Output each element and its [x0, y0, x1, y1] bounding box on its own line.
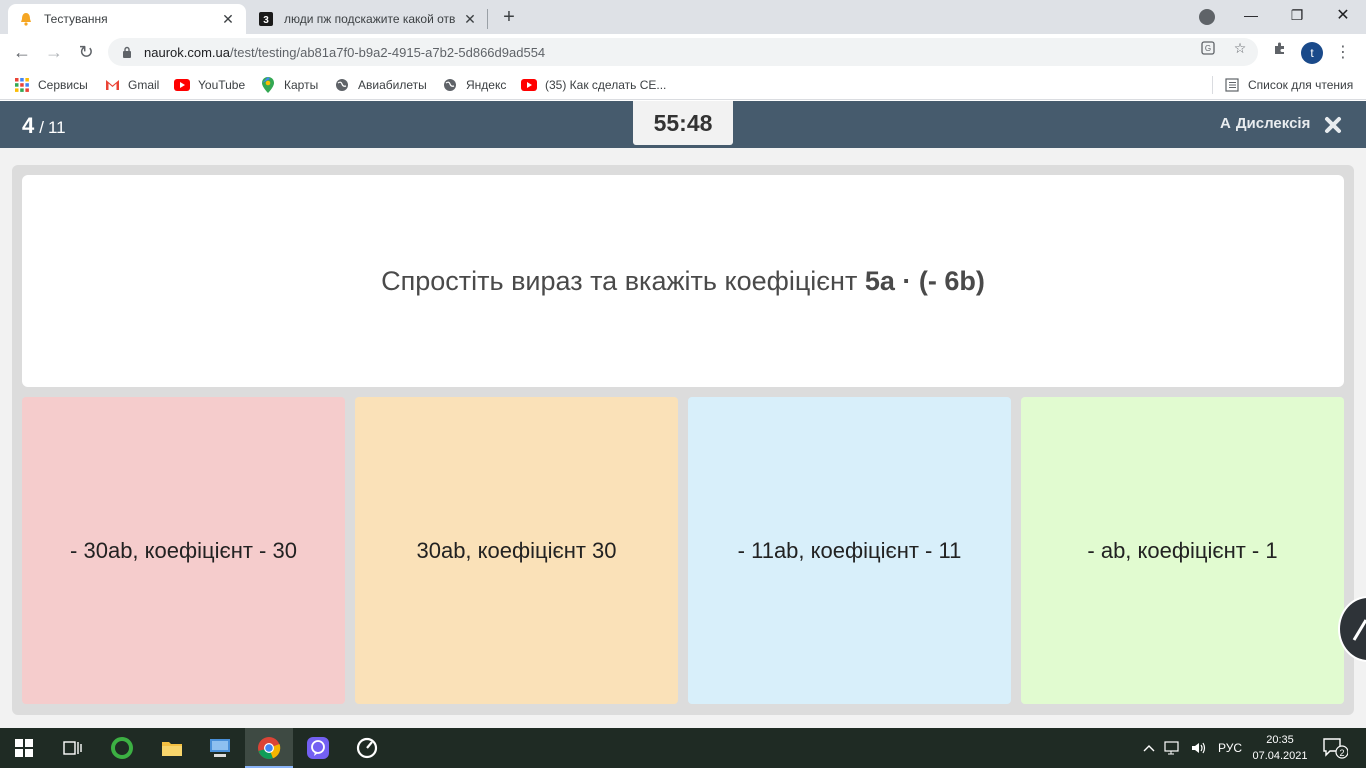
- globe-icon: [334, 77, 350, 93]
- reading-list-icon: [1224, 77, 1240, 93]
- url-text: naurok.com.ua/test/testing/ab81a7f0-b9a2…: [144, 44, 546, 60]
- windows-start-icon[interactable]: [0, 728, 48, 768]
- question-text: Спростіть вираз та вкажіть коефіцієнт 5a…: [381, 265, 985, 296]
- chrome-menu-icon[interactable]: ⋮: [1335, 40, 1351, 64]
- bookmark-label: Авиабилеты: [358, 78, 427, 92]
- reading-list[interactable]: Список для чтения: [1224, 76, 1353, 94]
- current-question-number: 4: [22, 113, 35, 138]
- chrome-icon[interactable]: [245, 728, 293, 768]
- tab-testing[interactable]: Тестування ✕: [8, 4, 246, 34]
- new-tab-icon[interactable]: +: [498, 6, 520, 28]
- reading-list-label: Список для чтения: [1248, 78, 1354, 92]
- notification-count: 2: [1339, 748, 1344, 758]
- gmail-icon: [104, 77, 120, 93]
- clock-time: 20:35: [1266, 734, 1294, 746]
- tab-znanija[interactable]: 3 люди пж подскажите какой отв ✕: [248, 4, 488, 34]
- tab-title: люди пж подскажите какой отв: [284, 12, 456, 26]
- notification-center-icon[interactable]: 2: [1322, 736, 1348, 760]
- tab-title: Тестування: [44, 12, 108, 26]
- bookmark-youtube-video[interactable]: (35) Как сделать CE...: [521, 76, 666, 94]
- apps-grid-icon: [14, 77, 30, 93]
- input-language[interactable]: РУС: [1218, 728, 1242, 768]
- question-counter: 4 / 11: [22, 113, 66, 139]
- answer-text: 30ab, коефіцієнт 30: [416, 537, 617, 563]
- answer-text: - 30ab, коефіцієнт - 30: [70, 537, 297, 563]
- bookmark-yandex[interactable]: Яндекс: [442, 76, 506, 94]
- file-explorer-icon[interactable]: [148, 728, 196, 768]
- restore-icon[interactable]: ❐: [1274, 0, 1320, 30]
- timer: 55:48: [633, 101, 733, 145]
- dyslexia-toggle[interactable]: A Дислексія: [1220, 115, 1310, 132]
- profile-avatar[interactable]: t: [1301, 42, 1323, 64]
- bookmark-label: Яндекс: [466, 78, 507, 92]
- dyslexia-label: Дислексія: [1235, 115, 1311, 132]
- youtube-icon: [174, 77, 190, 93]
- youtube-icon: [521, 77, 537, 93]
- font-a-icon: A: [1220, 115, 1231, 132]
- counter-slash: /: [39, 118, 44, 137]
- bookmark-label: YouTube: [198, 78, 246, 92]
- globe-icon: [442, 77, 458, 93]
- windows-taskbar: РУС 20:35 07.04.2021 2: [0, 728, 1366, 768]
- minimize-icon[interactable]: —: [1228, 0, 1274, 30]
- svg-text:G: G: [1205, 44, 1211, 53]
- tab-divider: [487, 9, 488, 29]
- answer-text: - ab, коефіцієнт - 1: [1087, 537, 1278, 563]
- answer-option-1[interactable]: - 30ab, коефіцієнт - 30: [22, 397, 345, 704]
- close-window-icon[interactable]: ✕: [1320, 0, 1366, 30]
- tab-strip: Тестування ✕ 3 люди пж подскажите какой …: [0, 0, 1366, 34]
- bookmark-services[interactable]: Сервисы: [14, 76, 88, 94]
- bookmark-star-icon[interactable]: ☆: [1232, 40, 1248, 56]
- answer-text: - 11ab, коефіцієнт - 11: [737, 537, 962, 563]
- volume-icon[interactable]: [1190, 728, 1208, 768]
- bookmarks-bar: Сервисы Gmail YouTube Карты Авиабилеты Я…: [0, 70, 1366, 100]
- bookmark-divider: [1212, 76, 1213, 94]
- network-icon[interactable]: [1164, 728, 1182, 768]
- address-bar[interactable]: naurok.com.ua/test/testing/ab81a7f0-b9a2…: [108, 38, 1258, 66]
- reload-icon[interactable]: ↻: [74, 40, 98, 64]
- tab-search-icon[interactable]: [1199, 9, 1215, 25]
- clock-date: 07.04.2021: [1252, 750, 1308, 762]
- znanija-3-icon: 3: [258, 11, 274, 27]
- bookmark-youtube[interactable]: YouTube: [174, 76, 245, 94]
- bookmark-aviatickets[interactable]: Авиабилеты: [334, 76, 427, 94]
- svg-text:3: 3: [263, 15, 269, 26]
- clock-app-icon[interactable]: [343, 728, 391, 768]
- total-questions: 11: [47, 118, 66, 137]
- maps-icon: [260, 77, 276, 93]
- translate-icon[interactable]: G: [1200, 40, 1216, 56]
- question-card: Спростіть вираз та вкажіть коефіцієнт 5a…: [22, 175, 1344, 387]
- answer-option-3[interactable]: - 11ab, коефіцієнт - 11: [688, 397, 1011, 704]
- lock-icon: [120, 45, 134, 59]
- bell-icon: [18, 11, 34, 27]
- bookmark-label: Сервисы: [38, 78, 88, 92]
- bookmark-label: Gmail: [128, 78, 160, 92]
- bookmark-label: Карты: [284, 78, 319, 92]
- bookmark-maps[interactable]: Карты: [260, 76, 318, 94]
- browser-toolbar: ← → ↻ naurok.com.ua/test/testing/ab81a7f…: [0, 34, 1366, 70]
- close-tab-icon[interactable]: ✕: [462, 11, 478, 27]
- green-ring-app-icon[interactable]: [98, 728, 146, 768]
- answer-option-4[interactable]: - ab, коефіцієнт - 1: [1021, 397, 1344, 704]
- answer-option-2[interactable]: 30ab, коефіцієнт 30: [355, 397, 678, 704]
- viber-icon[interactable]: [294, 728, 342, 768]
- computer-icon[interactable]: [196, 728, 244, 768]
- forward-icon[interactable]: →: [42, 40, 66, 64]
- show-hidden-icons[interactable]: [1142, 728, 1156, 768]
- back-icon[interactable]: ←: [10, 40, 34, 64]
- close-icon[interactable]: [1322, 114, 1344, 136]
- task-view-icon[interactable]: [48, 728, 96, 768]
- question-expression: 5a · (- 6b): [864, 265, 985, 296]
- extensions-icon[interactable]: [1272, 40, 1288, 56]
- close-tab-icon[interactable]: ✕: [220, 11, 236, 27]
- bookmark-label: (35) Как сделать CE...: [545, 78, 667, 92]
- system-clock[interactable]: 20:35 07.04.2021: [1252, 732, 1308, 764]
- bookmark-gmail[interactable]: Gmail: [104, 76, 159, 94]
